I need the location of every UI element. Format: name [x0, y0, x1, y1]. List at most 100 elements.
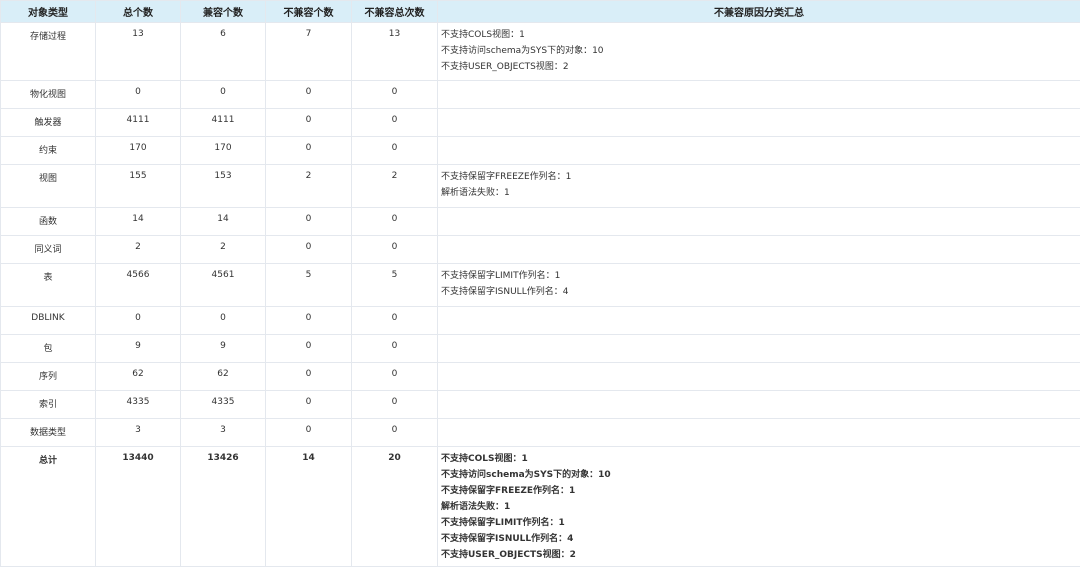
cell-reasons — [438, 363, 1080, 391]
cell-reasons — [438, 137, 1080, 165]
cell-reasons: 不支持COLS视图：1不支持访问schema为SYS下的对象：10不支持保留字F… — [438, 447, 1080, 567]
cell-object-type: 同义词 — [1, 236, 96, 264]
cell-total: 13 — [96, 23, 181, 81]
cell-total: 13440 — [96, 447, 181, 567]
cell-incompatible-count: 0 — [352, 137, 438, 165]
cell-incompatible: 0 — [266, 391, 352, 419]
cell-object-type: 总计 — [1, 447, 96, 567]
cell-incompatible: 0 — [266, 363, 352, 391]
column-header-total: 总个数 — [96, 1, 181, 23]
column-header-reasons: 不兼容原因分类汇总 — [438, 1, 1080, 23]
cell-object-type: 视图 — [1, 165, 96, 208]
cell-reasons — [438, 307, 1080, 335]
reason-item: 不支持保留字ISNULL作列名：4 — [441, 531, 1080, 547]
cell-incompatible-count: 0 — [352, 236, 438, 264]
table-row: 数据类型3300 — [1, 419, 1080, 447]
cell-incompatible: 14 — [266, 447, 352, 567]
cell-reasons — [438, 81, 1080, 109]
reason-item: 不支持保留字FREEZE作列名：1 — [441, 483, 1080, 499]
cell-reasons — [438, 391, 1080, 419]
reason-item: 解析语法失败：1 — [441, 499, 1080, 515]
cell-incompatible-count: 13 — [352, 23, 438, 81]
reason-item: 不支持保留字ISNULL作列名：4 — [441, 284, 1080, 300]
cell-compatible: 14 — [181, 208, 266, 236]
cell-compatible: 9 — [181, 335, 266, 363]
cell-compatible: 62 — [181, 363, 266, 391]
reason-item: 不支持COLS视图：1 — [441, 451, 1080, 467]
table-row: 物化视图0000 — [1, 81, 1080, 109]
cell-reasons — [438, 109, 1080, 137]
cell-total: 9 — [96, 335, 181, 363]
reason-item: 不支持保留字LIMIT作列名：1 — [441, 268, 1080, 284]
cell-incompatible: 7 — [266, 23, 352, 81]
cell-incompatible: 5 — [266, 264, 352, 307]
cell-incompatible-count: 0 — [352, 208, 438, 236]
cell-compatible: 6 — [181, 23, 266, 81]
cell-reasons: 不支持保留字FREEZE作列名：1解析语法失败：1 — [438, 165, 1080, 208]
cell-incompatible: 0 — [266, 236, 352, 264]
cell-object-type: DBLINK — [1, 307, 96, 335]
cell-total: 3 — [96, 419, 181, 447]
cell-object-type: 索引 — [1, 391, 96, 419]
table-row: 表4566456155不支持保留字LIMIT作列名：1不支持保留字ISNULL作… — [1, 264, 1080, 307]
cell-total: 62 — [96, 363, 181, 391]
cell-incompatible: 0 — [266, 208, 352, 236]
table-row: 同义词2200 — [1, 236, 1080, 264]
table-row: 触发器4111411100 — [1, 109, 1080, 137]
cell-incompatible: 0 — [266, 137, 352, 165]
cell-incompatible-count: 0 — [352, 81, 438, 109]
cell-reasons — [438, 208, 1080, 236]
cell-incompatible-count: 0 — [352, 391, 438, 419]
column-header-incompatible-count: 不兼容总次数 — [352, 1, 438, 23]
cell-incompatible-count: 0 — [352, 363, 438, 391]
table-row: 序列626200 — [1, 363, 1080, 391]
cell-object-type: 序列 — [1, 363, 96, 391]
cell-reasons — [438, 335, 1080, 363]
table-header: 对象类型 总个数 兼容个数 不兼容个数 不兼容总次数 不兼容原因分类汇总 — [1, 1, 1080, 23]
table-row: 约束17017000 — [1, 137, 1080, 165]
cell-incompatible: 2 — [266, 165, 352, 208]
cell-incompatible: 0 — [266, 81, 352, 109]
cell-incompatible-count: 2 — [352, 165, 438, 208]
cell-compatible: 3 — [181, 419, 266, 447]
table-row: DBLINK0000 — [1, 307, 1080, 335]
cell-total: 4566 — [96, 264, 181, 307]
column-header-incompatible: 不兼容个数 — [266, 1, 352, 23]
cell-reasons — [438, 236, 1080, 264]
cell-compatible: 4111 — [181, 109, 266, 137]
cell-object-type: 表 — [1, 264, 96, 307]
cell-compatible: 4335 — [181, 391, 266, 419]
cell-incompatible-count: 0 — [352, 335, 438, 363]
cell-total: 4111 — [96, 109, 181, 137]
cell-incompatible-count: 0 — [352, 109, 438, 137]
cell-reasons: 不支持保留字LIMIT作列名：1不支持保留字ISNULL作列名：4 — [438, 264, 1080, 307]
table-row: 索引4335433500 — [1, 391, 1080, 419]
column-header-object-type: 对象类型 — [1, 1, 96, 23]
cell-total: 0 — [96, 81, 181, 109]
cell-compatible: 0 — [181, 81, 266, 109]
cell-object-type: 触发器 — [1, 109, 96, 137]
table-row: 包9900 — [1, 335, 1080, 363]
cell-total: 14 — [96, 208, 181, 236]
cell-object-type: 数据类型 — [1, 419, 96, 447]
cell-compatible: 13426 — [181, 447, 266, 567]
reason-item: 不支持COLS视图：1 — [441, 27, 1080, 43]
cell-object-type: 包 — [1, 335, 96, 363]
table-row: 存储过程136713不支持COLS视图：1不支持访问schema为SYS下的对象… — [1, 23, 1080, 81]
cell-reasons — [438, 419, 1080, 447]
compatibility-summary-table: 对象类型 总个数 兼容个数 不兼容个数 不兼容总次数 不兼容原因分类汇总 存储过… — [0, 0, 1080, 567]
table-body: 存储过程136713不支持COLS视图：1不支持访问schema为SYS下的对象… — [1, 23, 1080, 567]
table-row: 函数141400 — [1, 208, 1080, 236]
cell-object-type: 物化视图 — [1, 81, 96, 109]
reason-item: 解析语法失败：1 — [441, 185, 1080, 201]
cell-incompatible-count: 5 — [352, 264, 438, 307]
cell-compatible: 153 — [181, 165, 266, 208]
reason-item: 不支持USER_OBJECTS视图：2 — [441, 547, 1080, 563]
reason-item: 不支持访问schema为SYS下的对象：10 — [441, 43, 1080, 59]
table-row: 视图15515322不支持保留字FREEZE作列名：1解析语法失败：1 — [1, 165, 1080, 208]
cell-total: 4335 — [96, 391, 181, 419]
column-header-compatible: 兼容个数 — [181, 1, 266, 23]
cell-incompatible: 0 — [266, 307, 352, 335]
cell-total: 2 — [96, 236, 181, 264]
cell-compatible: 2 — [181, 236, 266, 264]
